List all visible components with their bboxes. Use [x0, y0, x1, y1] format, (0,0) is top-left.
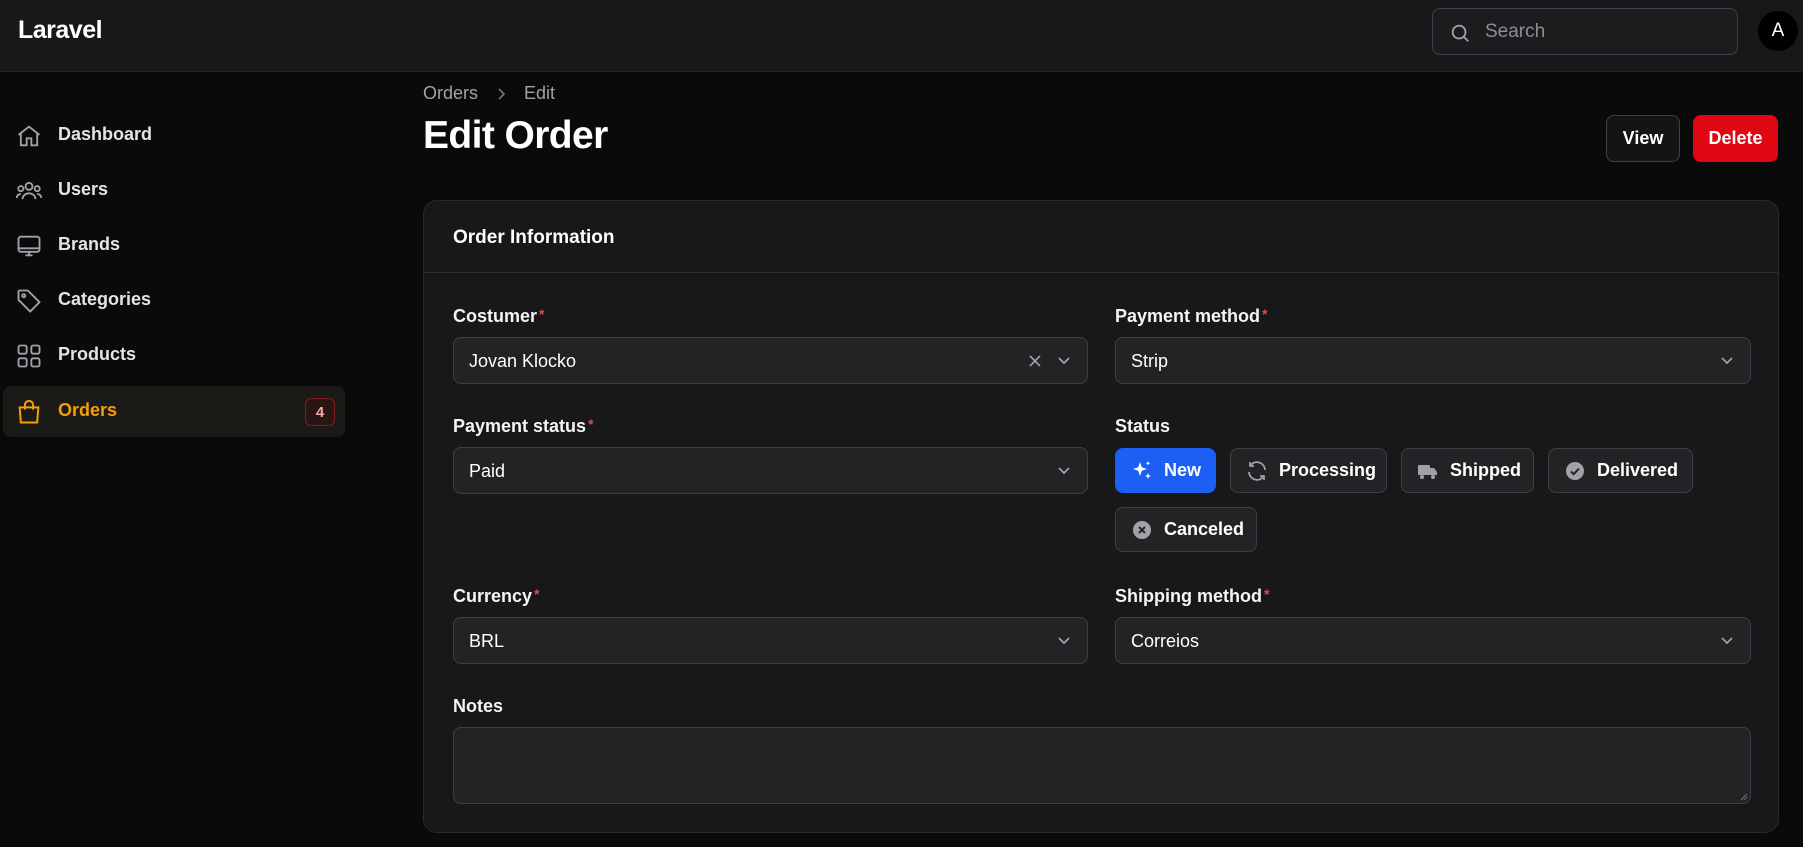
status-option-label: Delivered: [1597, 460, 1679, 480]
shipping-method-value: Correios: [1131, 631, 1200, 651]
notes-label: Notes: [453, 696, 504, 716]
sidebar-item-users[interactable]: Users: [3, 165, 345, 216]
payment-status-select[interactable]: Paid: [453, 447, 1088, 494]
search-icon: [1451, 24, 1469, 42]
required-marker: *: [539, 306, 545, 322]
currency-label: Currency *: [453, 586, 539, 607]
breadcrumb-item-orders[interactable]: Orders: [423, 83, 478, 104]
status-label: Status: [1115, 416, 1171, 436]
currency-value: BRL: [469, 631, 505, 651]
payment-method-label-text: Payment method: [1115, 306, 1261, 326]
shopping-bag-icon: [18, 399, 40, 424]
status-option-processing[interactable]: Processing: [1230, 448, 1387, 493]
notes-textarea[interactable]: [453, 727, 1751, 804]
truck-icon: [1418, 464, 1437, 479]
sidebar-item-label: Categories: [58, 289, 152, 309]
sidebar-item-label: Orders: [58, 400, 118, 420]
status-option-label: New: [1164, 460, 1202, 480]
shipping-method-label: Shipping method *: [1115, 586, 1269, 607]
sidebar-item-dashboard[interactable]: Dashboard: [3, 110, 345, 161]
status-option-new[interactable]: New: [1115, 448, 1216, 493]
sidebar-item-products[interactable]: Products: [3, 330, 345, 381]
chevron-right-icon: [498, 87, 506, 100]
chevron-down-icon: [1058, 357, 1070, 365]
sidebar-item-orders[interactable]: Orders 4: [3, 386, 345, 437]
search-input[interactable]: Search: [1432, 8, 1738, 55]
delete-button[interactable]: Delete: [1693, 115, 1778, 162]
costumer-label-text: Costumer: [453, 306, 538, 326]
required-marker: *: [1263, 586, 1270, 602]
payment-method-select[interactable]: Strip: [1115, 337, 1751, 384]
currency-select[interactable]: BRL: [453, 617, 1088, 664]
sidebar-item-label: Dashboard: [58, 124, 153, 144]
tag-icon: [17, 289, 41, 313]
chevron-down-icon: [1721, 357, 1733, 365]
section-title: Order Information: [453, 227, 615, 248]
chevron-down-icon: [1058, 637, 1070, 645]
status-option-label: Shipped: [1450, 460, 1521, 480]
payment-method-label: Payment method *: [1115, 306, 1267, 327]
sidebar-item-label: Products: [58, 344, 137, 364]
required-marker: *: [1262, 306, 1268, 322]
clear-icon[interactable]: [1027, 353, 1043, 369]
required-marker: *: [534, 586, 540, 602]
payment-status-label: Payment status *: [453, 416, 594, 437]
sidebar-item-brands[interactable]: Brands: [3, 220, 345, 271]
sidebar-item-label: Brands: [58, 234, 121, 254]
costumer-value: Jovan Klocko: [469, 351, 577, 371]
status-option-delivered[interactable]: Delivered: [1548, 448, 1693, 493]
payment-method-value: Strip: [1131, 351, 1169, 371]
sidebar-item-categories[interactable]: Categories: [3, 275, 345, 326]
status-option-label: Canceled: [1164, 519, 1245, 539]
chevron-down-icon: [1058, 467, 1070, 475]
top-bar: Laravel Search A: [0, 0, 1803, 72]
grid-icon: [17, 344, 41, 368]
breadcrumb: Orders Edit: [423, 83, 555, 104]
monitor-icon: [17, 235, 41, 257]
sparkles-icon: [1133, 460, 1151, 479]
costumer-select[interactable]: Jovan Klocko: [453, 337, 1088, 384]
check-badge-icon: [1566, 461, 1584, 480]
app-logo[interactable]: Laravel: [18, 16, 103, 45]
shipping-method-select[interactable]: Correios: [1115, 617, 1751, 664]
refresh-icon: [1248, 460, 1266, 481]
search-placeholder: Search: [1485, 21, 1546, 42]
shipping-method-label-text: Shipping method: [1115, 586, 1262, 606]
currency-label-text: Currency: [453, 586, 533, 606]
status-option-shipped[interactable]: Shipped: [1401, 448, 1534, 493]
resize-grip-icon[interactable]: [1740, 793, 1748, 801]
sidebar-item-label: Users: [58, 179, 109, 199]
sidebar: Dashboard Users Brands Categories Produc…: [0, 72, 350, 847]
section-header: Order Information: [424, 201, 1778, 273]
required-marker: *: [588, 416, 594, 432]
order-information-section: Order Information Costumer * Jovan Klocko…: [423, 200, 1779, 833]
x-circle-icon: [1133, 520, 1151, 539]
view-button[interactable]: View: [1606, 115, 1680, 162]
costumer-label: Costumer *: [453, 306, 544, 327]
orders-count-badge: 4: [305, 398, 335, 426]
breadcrumb-item-edit: Edit: [524, 83, 556, 103]
payment-status-value: Paid: [469, 461, 506, 481]
payment-status-label-text: Payment status: [453, 416, 587, 436]
chevron-down-icon: [1721, 637, 1733, 645]
status-option-canceled[interactable]: Canceled: [1115, 507, 1257, 552]
page-title: Edit Order: [423, 114, 608, 157]
home-icon: [17, 125, 41, 147]
users-icon: [15, 181, 43, 200]
user-avatar[interactable]: A: [1758, 11, 1798, 51]
status-option-label: Processing: [1279, 460, 1377, 480]
